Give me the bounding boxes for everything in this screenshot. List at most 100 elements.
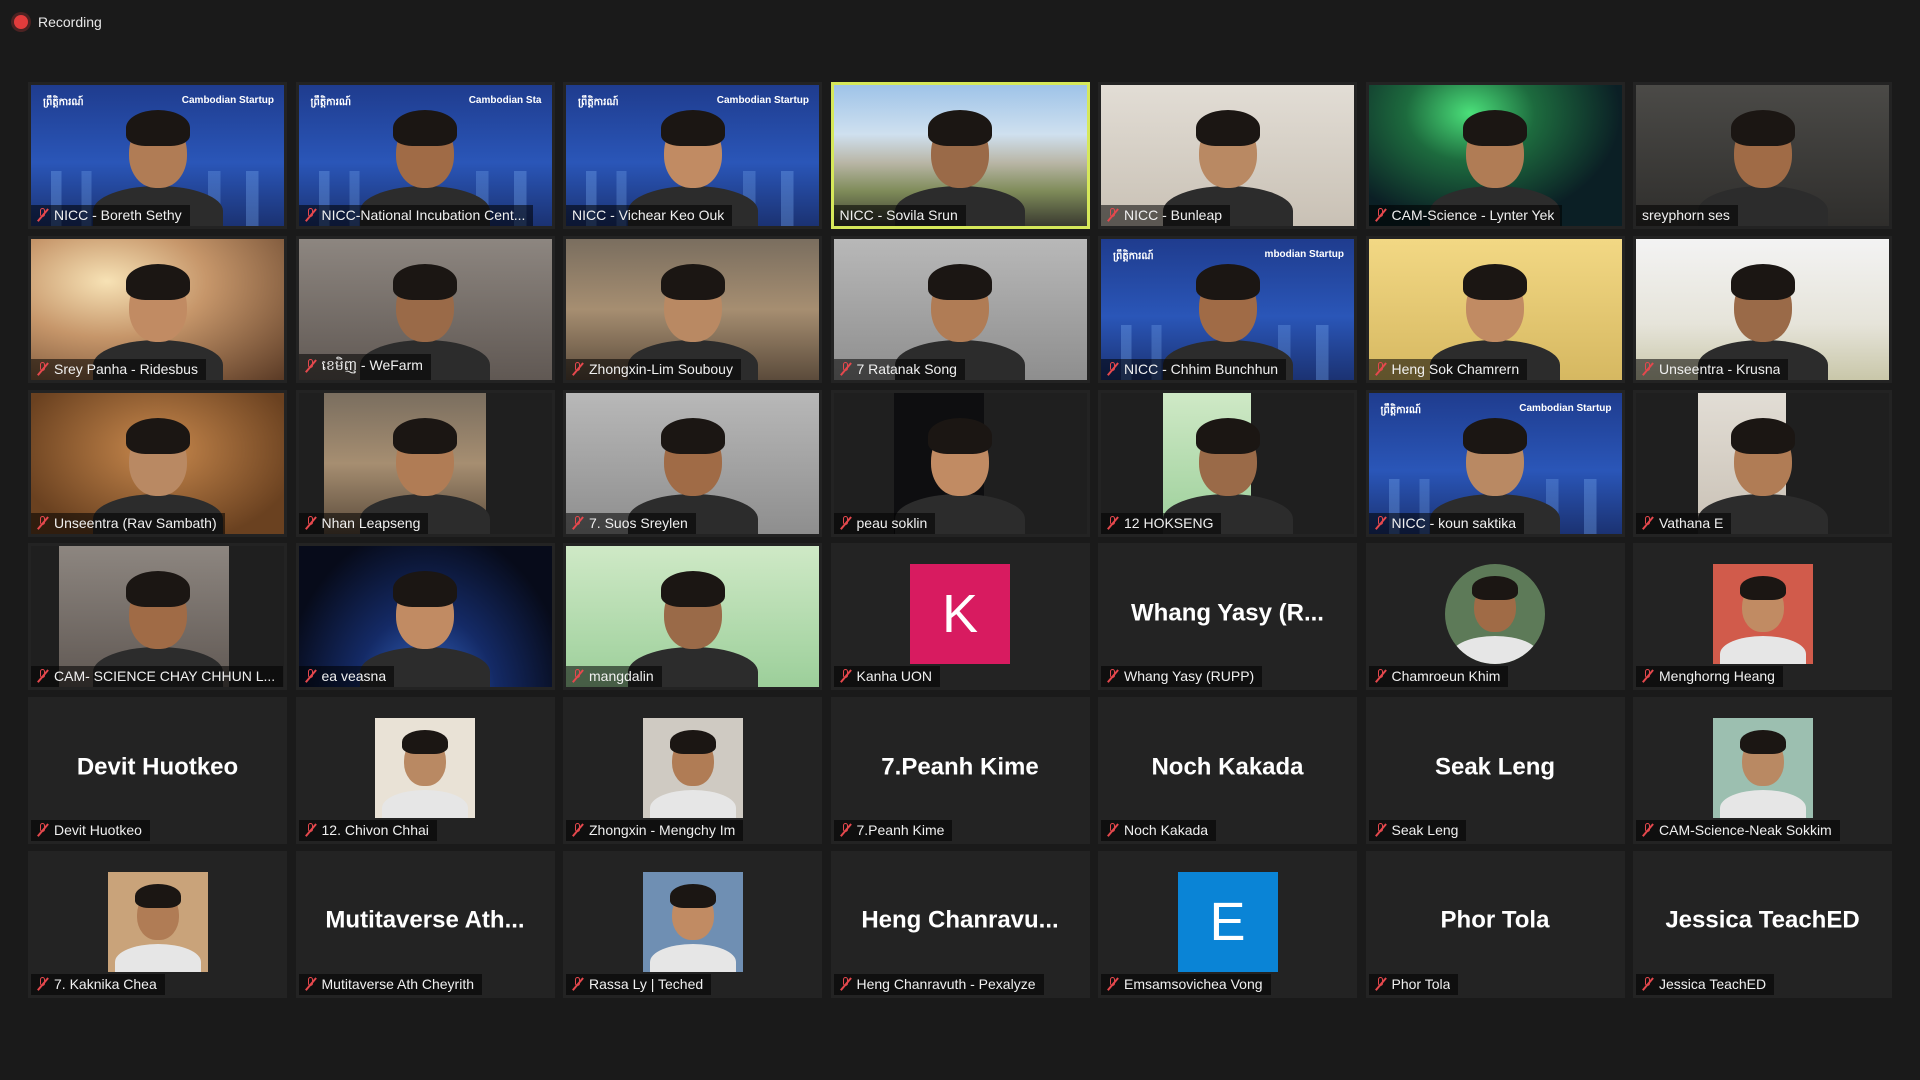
participant-tile[interactable]: CAM- SCIENCE CHAY CHHUN L... [28, 543, 287, 691]
participant-tile[interactable]: 7 Ratanak Song [830, 235, 1090, 383]
participant-tile[interactable]: Whang Yasy (R... Whang Yasy (RUPP) [1098, 543, 1357, 691]
mic-muted-icon [572, 669, 584, 683]
mic-muted-icon [1107, 669, 1119, 683]
avatar [1712, 718, 1813, 819]
mic-muted-icon [305, 669, 317, 683]
participant-name-tag: Seak Leng [1368, 820, 1467, 842]
participant-name: Emsamsovichea Vong [1124, 975, 1263, 992]
participant-name-tag: Chamroeun Khim [1368, 666, 1509, 688]
participant-tile[interactable]: K Kanha UON [830, 543, 1090, 691]
mic-muted-icon [572, 976, 584, 991]
participant-name-tag: mangdalin [566, 666, 662, 688]
mic-muted-icon [1642, 976, 1654, 991]
participant-tile[interactable]: NICC - Bunleap [1098, 82, 1357, 229]
participant-name-tag: 7.Peanh Kime [833, 820, 953, 842]
display-name: Seak Leng [1434, 753, 1556, 781]
participant-name-tag: Kanha UON [833, 666, 940, 688]
participant-name-tag: CAM-Science - Lynter Yek [1368, 205, 1563, 226]
participant-tile[interactable]: Mutitaverse Ath... Mutitaverse Ath Cheyri… [295, 850, 555, 998]
participant-name: NICC - Vichear Keo Ouk [572, 207, 725, 223]
participant-name: Zhongxin - Mengchy Im [589, 822, 736, 839]
participant-name-tag: CAM- SCIENCE CHAY CHHUN L... [31, 666, 284, 688]
participant-tile[interactable]: Rassa Ly | Teched [563, 850, 822, 998]
mic-muted-icon [1107, 208, 1119, 222]
participant-name-tag: Unseentra - Krusna [1636, 358, 1789, 380]
participant-tile[interactable]: 7.Peanh Kime 7.Peanh Kime [830, 697, 1090, 845]
mic-muted-icon [37, 208, 49, 222]
participant-name: ea veasna [321, 668, 387, 685]
participant-name: Heng Sok Chamrern [1391, 360, 1520, 377]
participant-tile[interactable]: CAM-Science-Neak Sokkim [1633, 697, 1892, 845]
participant-tile[interactable]: ព្រឹត្តិការណ៍ Cambodian Startup NICC - Vic… [563, 82, 822, 229]
participant-name: Unseentra (Rav Sambath) [54, 514, 217, 531]
participant-name: Kanha UON [856, 668, 932, 685]
participant-tile[interactable]: mangdalin [563, 543, 822, 691]
mic-muted-icon [305, 515, 317, 530]
participant-name-tag: NICC - Chhim Bunchhun [1101, 358, 1287, 380]
participant-tile[interactable]: ព្រឹត្តិការណ៍ Cambodian Startup NICC - Bor… [28, 82, 287, 229]
participant-name: Phor Tola [1391, 975, 1451, 992]
participant-tile[interactable]: ខេមិញ - WeFarm [295, 235, 555, 383]
participant-tile[interactable]: Jessica TeachED Jessica TeachED [1633, 850, 1892, 998]
avatar: K [910, 564, 1010, 665]
participant-tile[interactable]: Srey Panha - Ridesbus [28, 235, 287, 383]
participant-name-tag: 7. Suos Sreylen [566, 512, 696, 534]
participant-tile[interactable]: Devit Huotkeo Devit Huotkeo [28, 697, 287, 845]
participant-tile[interactable]: Zhongxin-Lim Soubouy [563, 235, 822, 383]
mic-muted-icon [1375, 976, 1387, 991]
mic-muted-icon [840, 515, 852, 530]
mic-muted-icon [1642, 823, 1654, 837]
participant-tile[interactable]: NICC - Sovila Srun [830, 82, 1090, 229]
participant-tile[interactable]: 7. Kaknika Chea [28, 850, 287, 998]
display-name: Devit Huotkeo [76, 753, 239, 781]
participant-name: Whang Yasy (RUPP) [1124, 668, 1255, 685]
participant-name: ខេមិញ - WeFarm [321, 356, 423, 373]
background-banner-text: ព្រឹត្តិការណ៍ [310, 97, 352, 108]
avatar [1445, 564, 1545, 665]
participant-name-tag: Devit Huotkeo [31, 820, 150, 842]
participant-tile[interactable]: ព្រឹត្តិការណ៍ Cambodian Sta NICC-National … [295, 82, 555, 229]
participant-tile[interactable]: Seak Leng Seak Leng [1365, 697, 1625, 845]
recording-indicator[interactable]: Recording [14, 14, 102, 30]
participant-name: Menghorng Heang [1659, 668, 1775, 685]
participant-name: sreyphorn ses [1642, 207, 1730, 223]
participant-name: Mutitaverse Ath Cheyrith [321, 975, 475, 992]
mic-muted-icon [1375, 361, 1387, 376]
participant-name-tag: Phor Tola [1368, 973, 1459, 995]
display-name: Mutitaverse Ath... [325, 907, 525, 935]
participant-tile[interactable]: Zhongxin - Mengchy Im [563, 697, 822, 845]
participant-tile[interactable]: Heng Chanravu... Heng Chanravuth - Pexaly… [830, 850, 1090, 998]
mic-muted-icon [572, 361, 584, 376]
participant-tile[interactable]: Chamroeun Khim [1365, 543, 1625, 691]
participant-tile[interactable]: E Emsamsovichea Vong [1098, 850, 1357, 998]
participant-tile[interactable]: Menghorng Heang [1633, 543, 1892, 691]
participant-tile[interactable]: ព្រឹត្តិការណ៍ mbodian Startup NICC - Chhim… [1098, 235, 1357, 383]
participant-name: Srey Panha - Ridesbus [54, 360, 198, 377]
participant-tile[interactable]: CAM-Science - Lynter Yek [1365, 82, 1625, 229]
participant-tile[interactable]: Unseentra - Krusna [1633, 235, 1892, 383]
participant-name: Unseentra - Krusna [1659, 360, 1781, 377]
participant-tile[interactable]: ea veasna [295, 543, 555, 691]
participant-tile[interactable]: Unseentra (Rav Sambath) [28, 389, 287, 537]
top-bar: Recording [0, 0, 1920, 48]
mic-muted-icon [1107, 515, 1119, 530]
participant-name-tag: Vathana E [1636, 512, 1732, 534]
participant-tile[interactable]: Heng Sok Chamrern [1365, 235, 1625, 383]
participant-tile[interactable]: Nhan Leapseng [295, 389, 555, 537]
participant-tile[interactable]: Noch Kakada Noch Kakada [1098, 697, 1357, 845]
participant-name: 12. Chivon Chhai [321, 822, 429, 839]
participant-name-tag: Emsamsovichea Vong [1101, 973, 1271, 995]
participant-tile[interactable]: 7. Suos Sreylen [563, 389, 822, 537]
participant-tile[interactable]: 12. Chivon Chhai [295, 697, 555, 845]
participant-tile[interactable]: ព្រឹត្តិការណ៍ Cambodian Startup NICC - kou… [1365, 389, 1625, 537]
participant-tile[interactable]: Phor Tola Phor Tola [1365, 850, 1625, 998]
participant-tile[interactable]: peau soklin [830, 389, 1090, 537]
avatar: E [1177, 871, 1278, 972]
participant-tile[interactable]: 12 HOKSENG [1098, 389, 1357, 537]
participant-name: Nhan Leapseng [321, 514, 421, 531]
participant-tile[interactable]: Vathana E [1633, 389, 1892, 537]
participant-name: Chamroeun Khim [1391, 668, 1501, 685]
display-name: 7.Peanh Kime [881, 753, 1039, 781]
participant-tile[interactable]: sreyphorn ses [1633, 82, 1892, 229]
participant-name: mangdalin [589, 668, 654, 685]
